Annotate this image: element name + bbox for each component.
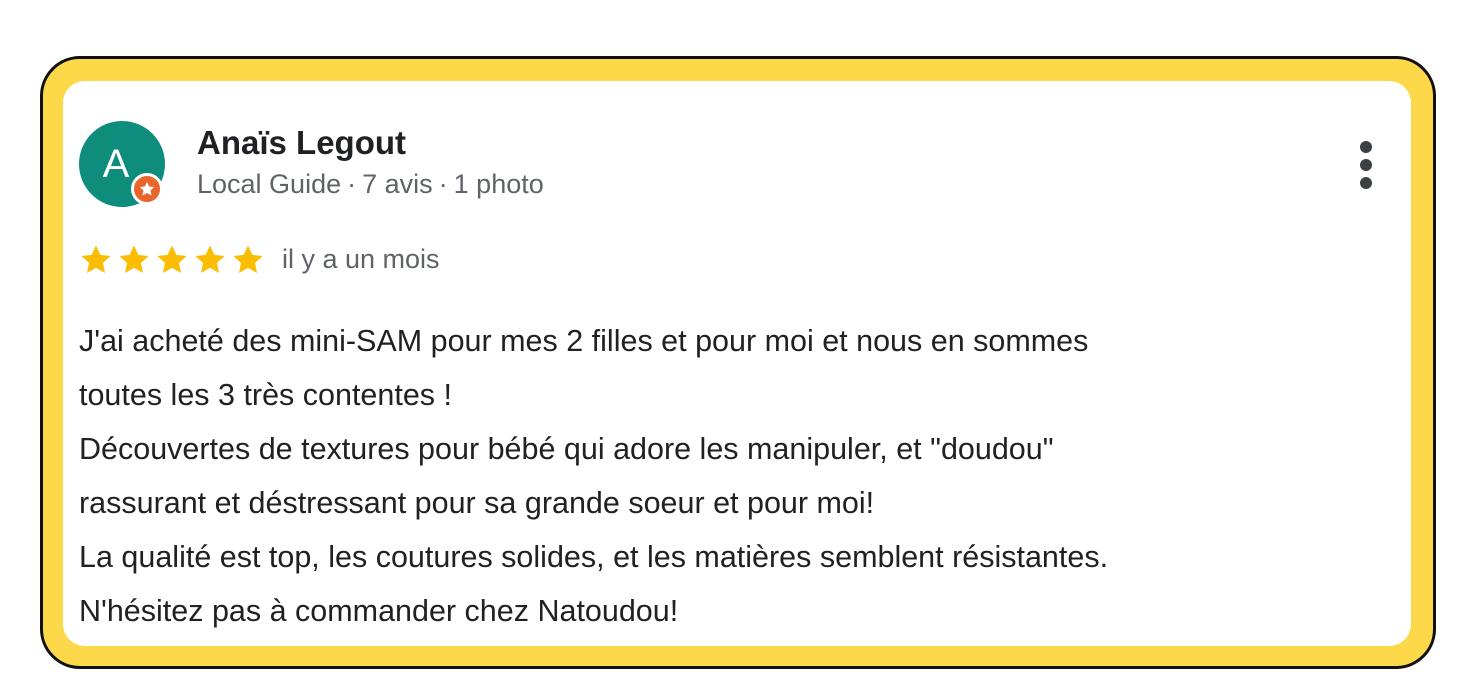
star-icon	[81, 245, 111, 274]
local-guide-star-icon	[131, 173, 163, 205]
reviewer-meta: Local Guide · 7 avis · 1 photo	[197, 169, 544, 200]
star-icon	[119, 245, 149, 274]
review-text-line: La qualité est top, les coutures solides…	[79, 540, 1109, 574]
review-text-line: Découvertes de textures pour bébé qui ad…	[79, 432, 1054, 466]
star-icon	[157, 245, 187, 274]
review-text-line: toutes les 3 très contentes !	[79, 378, 452, 412]
reviews-count: 7 avis	[362, 169, 433, 199]
avatar-letter: A	[102, 142, 130, 186]
more-vert-icon[interactable]	[1356, 138, 1376, 192]
review-text-line: J'ai acheté des mini-SAM pour mes 2 fill…	[79, 324, 1089, 358]
review-date: il y a un mois	[282, 244, 440, 274]
meta-separator: ·	[347, 169, 357, 199]
star-rating	[78, 243, 266, 277]
review-text-line: N'hésitez pas à commander chez Natoudou!	[79, 594, 679, 628]
meta-separator: ·	[438, 169, 448, 199]
star-icon	[195, 245, 225, 274]
reviewer-name[interactable]: Anaïs Legout	[197, 124, 406, 162]
photos-count: 1 photo	[453, 169, 544, 199]
local-guide-label: Local Guide	[197, 169, 342, 199]
review-text: J'ai acheté des mini-SAM pour mes 2 fill…	[79, 314, 1389, 638]
review-text-line: rassurant et déstressant pour sa grande …	[79, 486, 875, 520]
star-icon	[233, 245, 263, 274]
